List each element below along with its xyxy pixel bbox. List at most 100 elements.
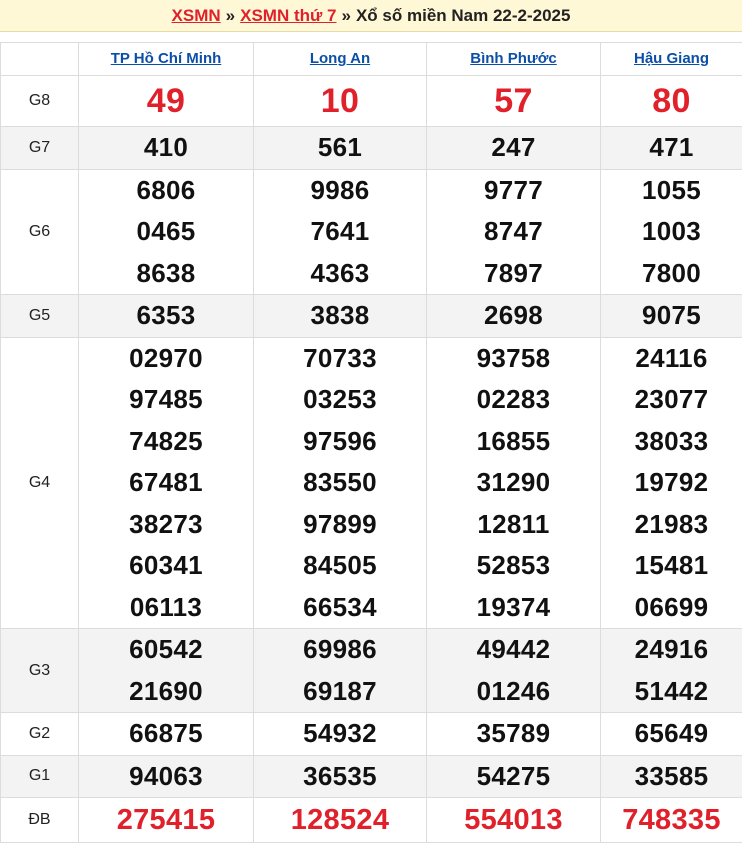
prize-cell: 275415 — [78, 797, 254, 843]
breadcrumb-separator: » — [225, 5, 236, 25]
prize-cell: 9986 7641 4363 — [253, 168, 427, 295]
prize-row-g8: G8 49 10 57 80 — [0, 75, 742, 127]
prize-number: 97899 — [303, 508, 377, 539]
prize-cell: 66875 — [78, 712, 254, 756]
prize-number: 23077 — [634, 384, 709, 414]
prize-number: 16855 — [476, 425, 551, 456]
prize-row-g5: G5 6353 3838 2698 9075 — [0, 294, 742, 338]
prize-cell: 1055 1003 7800 — [600, 168, 742, 295]
prize-row-g3: G3 60542 21690 69986 69187 49442 01246 24916 514… — [0, 628, 742, 713]
prize-cell: 6353 — [78, 294, 254, 338]
prize-number: 38033 — [634, 425, 709, 456]
prize-row-g4: G4 02970 97485 74825 67481 38273 60341 06113 707… — [0, 336, 742, 629]
prize-number: 1055 — [641, 174, 702, 205]
prize-row-db: ĐB 275415 128524 554013 748335 — [0, 797, 742, 843]
prize-cell: 36535 — [253, 754, 427, 798]
prize-cell: 3838 — [253, 294, 427, 338]
prize-number: 33585 — [634, 760, 709, 791]
prize-cell: 24916 51442 — [600, 628, 742, 713]
prize-number: 80 — [652, 82, 691, 120]
prize-number: 83550 — [303, 467, 377, 497]
prize-cell: 9075 — [600, 294, 742, 338]
prize-number: 410 — [143, 132, 189, 162]
prize-cell: 35789 — [426, 712, 601, 756]
province-link-tphcm[interactable]: TP Hồ Chí Minh — [111, 50, 222, 67]
prize-number: 12811 — [477, 508, 550, 539]
prize-number: 52853 — [476, 550, 551, 580]
prize-label: G7 — [0, 126, 79, 170]
breadcrumb: XSMN » XSMN thứ 7 » Xổ số miền Nam 22-2-… — [0, 0, 742, 32]
prize-number: 21690 — [129, 675, 203, 706]
prize-number: 06113 — [129, 591, 203, 622]
prize-number: 7897 — [483, 257, 544, 288]
prize-cell: 561 — [253, 126, 427, 170]
prize-cell: 10 — [253, 75, 427, 127]
prize-number: 35789 — [476, 718, 551, 748]
prize-number: 84505 — [303, 550, 377, 580]
prize-number: 3838 — [310, 300, 370, 330]
prize-number: 03253 — [303, 384, 377, 414]
results-table: TP Hồ Chí Minh Long An Bình Phước Hậu Gi… — [0, 42, 742, 843]
prize-number: 38273 — [129, 508, 203, 539]
prize-number: 01246 — [476, 675, 551, 706]
province-header: TP Hồ Chí Minh — [78, 42, 254, 76]
prize-number: 36535 — [303, 760, 377, 791]
prize-number: 49442 — [476, 634, 551, 664]
breadcrumb-separator: » — [341, 5, 351, 25]
prize-number: 54275 — [476, 760, 551, 791]
prize-cell: 9777 8747 7897 — [426, 168, 601, 295]
prize-number: 21983 — [634, 508, 709, 539]
province-link-binh-phuoc[interactable]: Bình Phước — [470, 50, 557, 67]
prize-number: 94063 — [129, 760, 203, 791]
prize-number: 8747 — [483, 216, 544, 246]
province-link-hau-giang[interactable]: Hậu Giang — [634, 50, 709, 67]
prize-number: 31290 — [476, 467, 551, 497]
prize-number: 9777 — [483, 174, 544, 205]
prize-number: 60341 — [129, 550, 203, 580]
corner-cell — [0, 42, 79, 76]
prize-number: 70733 — [303, 342, 377, 373]
prize-label: G8 — [0, 75, 79, 127]
prize-cell: 247 — [426, 126, 601, 170]
prize-cell: 80 — [600, 75, 742, 127]
prize-cell: 94063 — [78, 754, 254, 798]
prize-cell: 54275 — [426, 754, 601, 798]
prize-number: 97596 — [303, 425, 377, 456]
prize-number: 128524 — [290, 804, 390, 836]
page-title: Xổ số miền Nam 22-2-2025 — [355, 5, 571, 25]
prize-number: 0465 — [136, 216, 196, 246]
prize-cell: 70733 03253 97596 83550 97899 84505 66534 — [253, 336, 427, 629]
province-header-row: TP Hồ Chí Minh Long An Bình Phước Hậu Gi… — [0, 42, 742, 76]
prize-number: 6353 — [136, 300, 196, 330]
province-link-long-an[interactable]: Long An — [310, 50, 370, 67]
prize-row-g7: G7 410 561 247 471 — [0, 126, 742, 170]
prize-cell: 60542 21690 — [78, 628, 254, 713]
prize-cell: 410 — [78, 126, 254, 170]
prize-cell: 554013 — [426, 797, 601, 843]
prize-cell: 93758 02283 16855 31290 12811 52853 19374 — [426, 336, 601, 629]
prize-number: 65649 — [634, 718, 709, 748]
prize-label: G2 — [0, 712, 79, 756]
prize-number: 19374 — [476, 591, 551, 622]
breadcrumb-link-xsmn-thu7[interactable]: XSMN thứ 7 — [240, 6, 336, 26]
prize-number: 02970 — [129, 342, 203, 373]
prize-label: G4 — [0, 336, 79, 629]
prize-number: 4363 — [310, 257, 370, 288]
prize-row-g2: G2 66875 54932 35789 65649 — [0, 712, 742, 756]
prize-number: 471 — [649, 132, 694, 162]
breadcrumb-link-xsmn[interactable]: XSMN — [172, 6, 221, 26]
prize-number: 15481 — [634, 550, 709, 580]
prize-cell: 471 — [600, 126, 742, 170]
prize-cell: 33585 — [600, 754, 742, 798]
prize-cell: 128524 — [253, 797, 427, 843]
prize-number: 554013 — [464, 804, 563, 836]
prize-number: 69986 — [303, 634, 377, 664]
prize-number: 561 — [317, 132, 363, 162]
prize-number: 57 — [494, 82, 533, 120]
prize-number: 60542 — [129, 634, 203, 664]
prize-number: 9986 — [310, 174, 370, 205]
prize-label: G1 — [0, 754, 79, 798]
prize-number: 54932 — [303, 718, 377, 748]
prize-number: 97485 — [129, 384, 203, 414]
prize-row-g1: G1 94063 36535 54275 33585 — [0, 754, 742, 798]
